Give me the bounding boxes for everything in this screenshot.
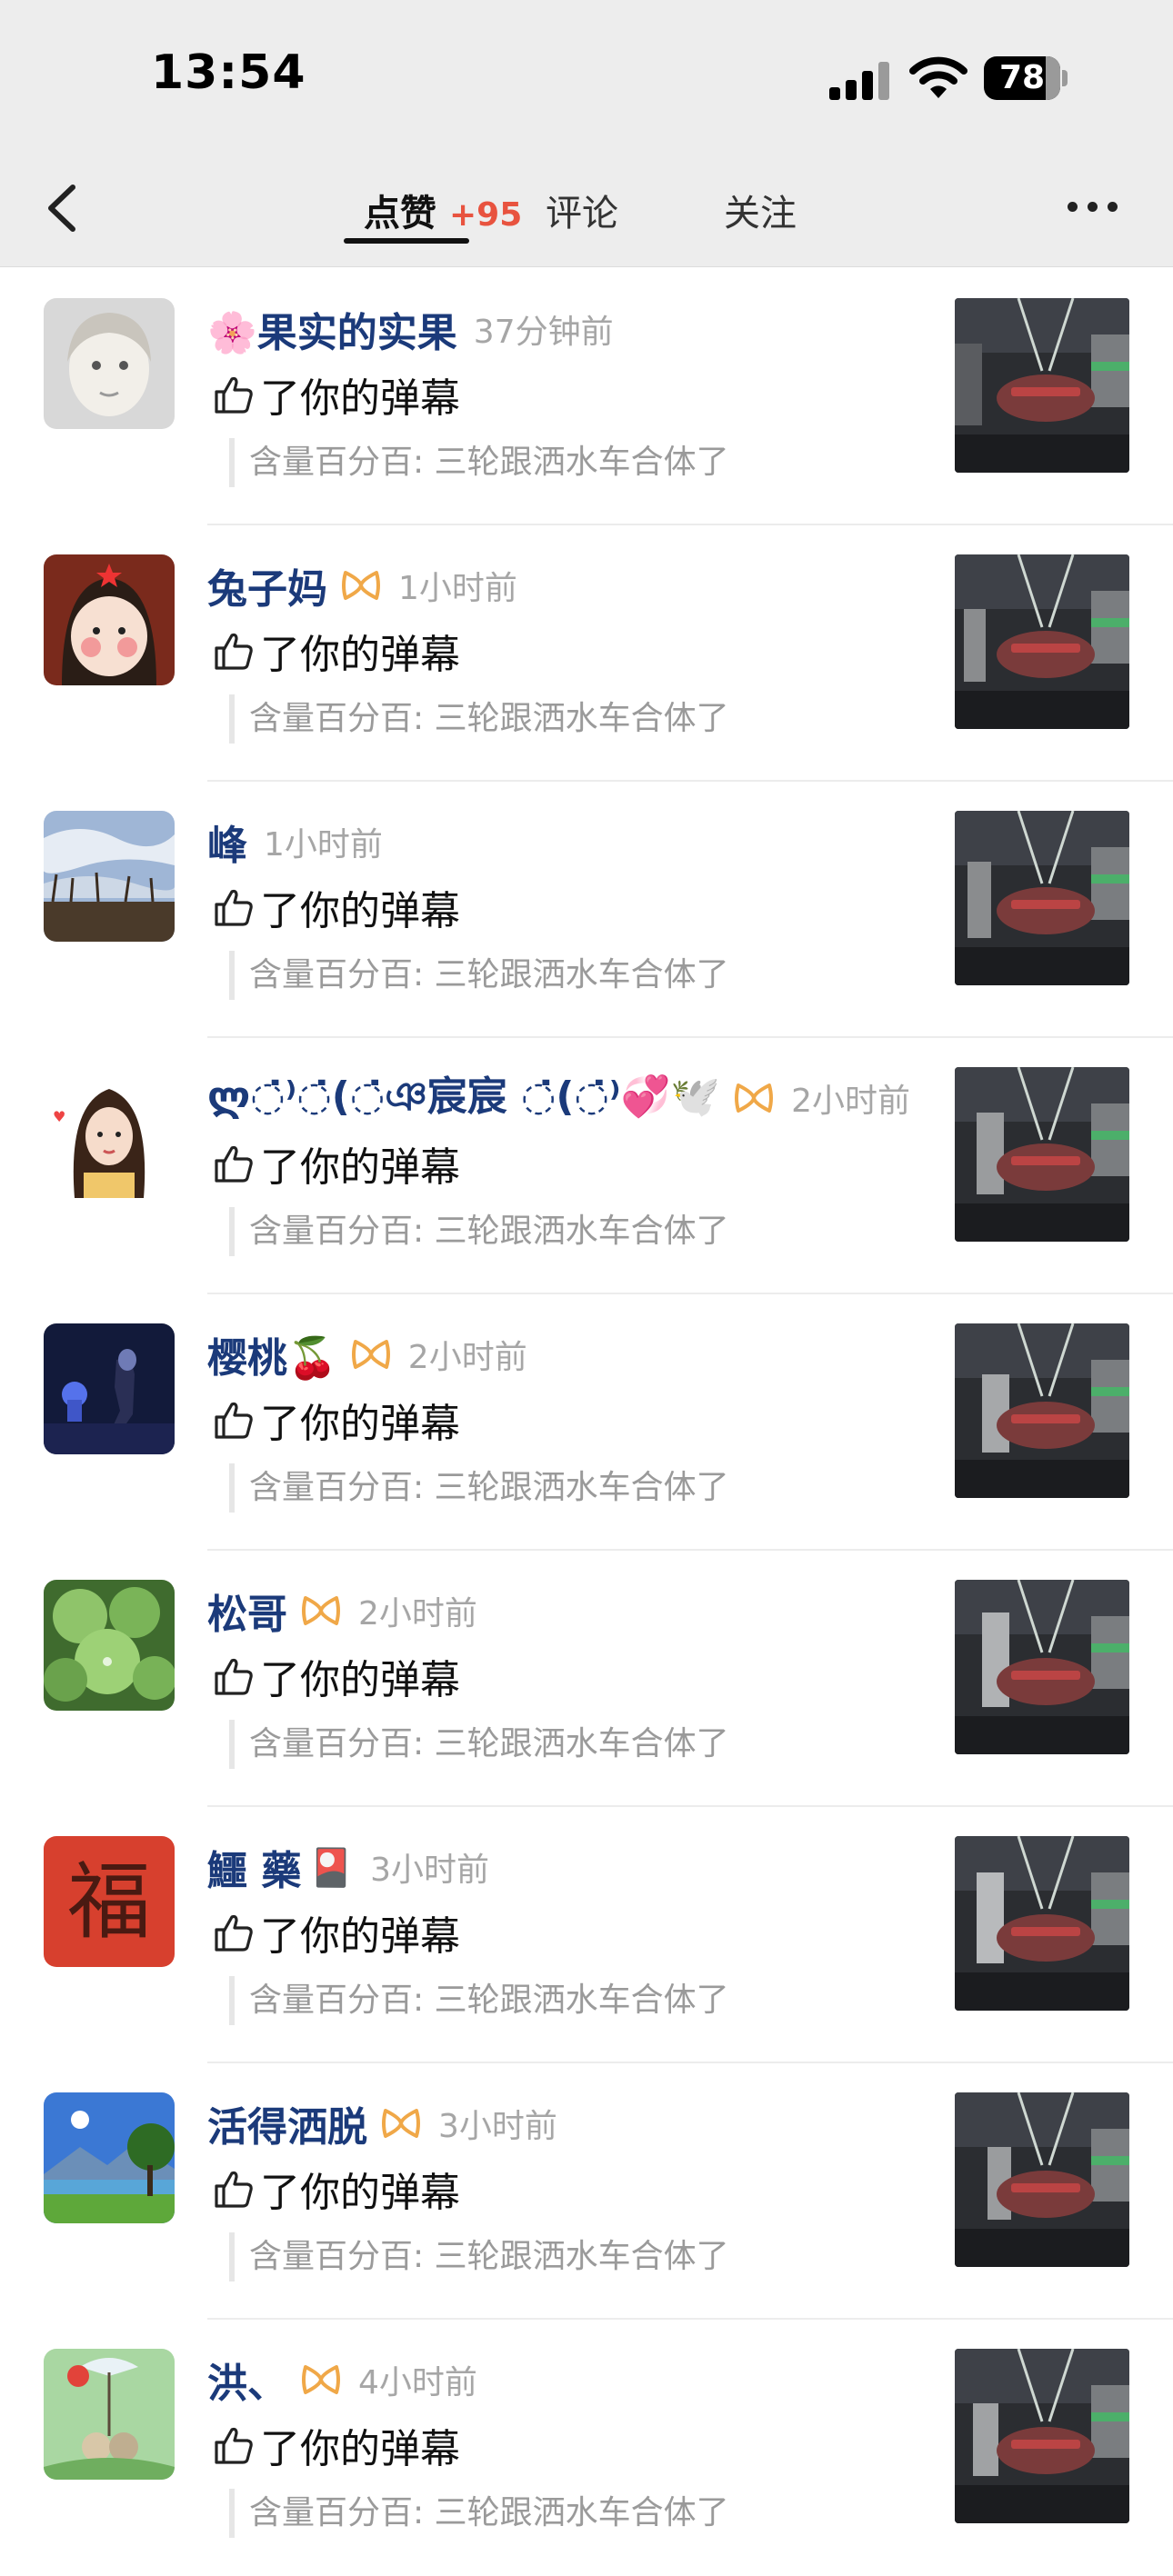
- list-item[interactable]: 🌸果实的实果 37分钟前 了你的弹幕 含量百分百: 三轮跟洒水车合体了: [0, 269, 1173, 525]
- like-text: 了你的弹幕: [260, 2170, 460, 2216]
- video-thumbnail[interactable]: [955, 1836, 1129, 2011]
- user-name[interactable]: 峰: [207, 813, 247, 871]
- avatar[interactable]: [44, 554, 175, 685]
- video-thumbnail[interactable]: [955, 298, 1129, 473]
- battery-icon: 78: [984, 56, 1068, 100]
- video-thumbnail[interactable]: [955, 554, 1129, 729]
- cellular-signal-icon: [829, 62, 893, 102]
- thumbs-up-icon: [215, 633, 253, 670]
- avatar[interactable]: [44, 811, 175, 942]
- thumbs-up-icon: [215, 1402, 253, 1439]
- list-item[interactable]: 活得洒脱 3小时前 了你的弹幕 含量百分百: 三轮跟洒水车合体了: [0, 2063, 1173, 2320]
- header-bar: 点赞 +95 评论 关注: [0, 153, 1173, 267]
- timestamp: 37分钟前: [473, 314, 614, 351]
- user-name[interactable]: 樱桃🍒: [207, 1325, 337, 1383]
- back-button[interactable]: [36, 176, 91, 240]
- timestamp: 1小时前: [398, 570, 517, 607]
- video-thumbnail[interactable]: [955, 1580, 1129, 1754]
- wifi-icon: [909, 56, 967, 98]
- avatar[interactable]: [44, 1580, 175, 1711]
- list-item[interactable]: 兔子妈 1小时前 了你的弹幕 含量百分百: 三轮跟洒水车合体了: [0, 525, 1173, 782]
- quoted-danmaku[interactable]: 含量百分百: 三轮跟洒水车合体了: [229, 2489, 729, 2538]
- quoted-danmaku[interactable]: 含量百分百: 三轮跟洒水车合体了: [229, 1463, 729, 1513]
- svg-text:福: 福: [67, 1853, 151, 1951]
- battery-level: 78: [998, 59, 1046, 96]
- thumbs-up-icon: [215, 1145, 253, 1183]
- like-text: 了你的弹幕: [260, 1401, 460, 1447]
- thumbs-up-icon: [215, 2171, 253, 2208]
- timestamp: 3小时前: [438, 2108, 557, 2145]
- avatar[interactable]: [44, 2092, 175, 2223]
- timestamp: 2小时前: [407, 1339, 527, 1376]
- vip-badge-icon: [382, 2109, 420, 2138]
- quoted-danmaku[interactable]: 含量百分百: 三轮跟洒水车合体了: [229, 1720, 729, 1769]
- vip-badge-icon: [735, 1083, 774, 1113]
- tab-likes[interactable]: 点赞 +95: [364, 184, 522, 236]
- like-text: 了你的弹幕: [260, 1144, 460, 1191]
- quoted-danmaku[interactable]: 含量百分百: 三轮跟洒水车合体了: [229, 2232, 729, 2281]
- like-text: 了你的弹幕: [260, 888, 460, 934]
- user-name[interactable]: ლ◌̇⁾◌̇(◌̇ঞ宸宸 ◌̇(◌̇⁾💞🕊️: [207, 1063, 720, 1133]
- video-thumbnail[interactable]: [955, 1067, 1129, 1242]
- tab-follow[interactable]: 关注: [724, 184, 797, 236]
- tab-likes-count: +95: [449, 196, 523, 234]
- video-thumbnail[interactable]: [955, 2092, 1129, 2267]
- quoted-danmaku[interactable]: 含量百分百: 三轮跟洒水车合体了: [229, 438, 729, 487]
- list-item[interactable]: 松哥 2小时前 了你的弹幕 含量百分百: 三轮跟洒水车合体了: [0, 1551, 1173, 1807]
- user-name[interactable]: 🌸果实的实果: [207, 300, 457, 358]
- timestamp: 3小时前: [370, 1852, 490, 1889]
- thumbs-up-icon: [215, 1914, 253, 1952]
- quoted-danmaku[interactable]: 含量百分百: 三轮跟洒水车合体了: [229, 951, 729, 1000]
- list-item[interactable]: ♥ ლ◌̇⁾◌̇(◌̇ঞ宸宸 ◌̇(◌̇⁾💞🕊️ 2小时前 了你的弹幕 含量百分…: [0, 1038, 1173, 1294]
- tab-comments[interactable]: 评论: [546, 184, 618, 236]
- avatar[interactable]: [44, 298, 175, 429]
- vip-badge-icon: [302, 2365, 340, 2394]
- list-item[interactable]: 峰 1小时前 了你的弹幕 含量百分百: 三轮跟洒水车合体了: [0, 782, 1173, 1038]
- like-text: 了你的弹幕: [260, 632, 460, 678]
- list-item[interactable]: 樱桃🍒 2小时前 了你的弹幕 含量百分百: 三轮跟洒水车合体了: [0, 1294, 1173, 1551]
- tab-likes-label: 点赞: [364, 193, 436, 235]
- timestamp: 2小时前: [791, 1083, 911, 1120]
- list-item[interactable]: 洪、 4小时前 了你的弹幕 含量百分百: 三轮跟洒水车合体了: [0, 2320, 1173, 2576]
- like-text: 了你的弹幕: [260, 1657, 460, 1703]
- svg-text:♥: ♥: [53, 1108, 65, 1125]
- vip-badge-icon: [302, 1596, 340, 1625]
- like-text: 了你的弹幕: [260, 2426, 460, 2472]
- more-options-button[interactable]: [1064, 198, 1122, 216]
- avatar[interactable]: 福: [44, 1836, 175, 1967]
- list-item[interactable]: 福 鱷 藥 🎴 3小时前 了你的弹幕 含量百分百: 三轮跟洒水车合体了: [0, 1807, 1173, 2063]
- thumbs-up-icon: [215, 889, 253, 926]
- user-name[interactable]: 活得洒脱: [207, 2094, 367, 2152]
- vip-badge-icon: [351, 1340, 390, 1369]
- avatar[interactable]: [44, 1323, 175, 1454]
- avatar[interactable]: ♥: [44, 1067, 175, 1198]
- timestamp: 2小时前: [358, 1595, 477, 1632]
- timestamp: 1小时前: [264, 826, 383, 864]
- user-name[interactable]: 洪、: [207, 2351, 287, 2409]
- card-badge-icon: 🎴: [308, 1846, 355, 1889]
- active-tab-indicator: [344, 238, 469, 244]
- user-name[interactable]: 松哥: [207, 1582, 287, 1640]
- quoted-danmaku[interactable]: 含量百分百: 三轮跟洒水车合体了: [229, 1207, 729, 1256]
- video-thumbnail[interactable]: [955, 811, 1129, 985]
- status-bar: 13:54 78: [0, 0, 1173, 153]
- thumbs-up-icon: [215, 2427, 253, 2464]
- user-name[interactable]: 鱷 藥: [207, 1838, 301, 1896]
- like-notification-list: 🌸果实的实果 37分钟前 了你的弹幕 含量百分百: 三轮跟洒水车合体了 兔子妈 …: [0, 269, 1173, 2576]
- like-text: 了你的弹幕: [260, 375, 460, 422]
- like-text: 了你的弹幕: [260, 1913, 460, 1960]
- quoted-danmaku[interactable]: 含量百分百: 三轮跟洒水车合体了: [229, 694, 729, 744]
- status-time: 13:54: [151, 45, 306, 100]
- user-name[interactable]: 兔子妈: [207, 556, 327, 614]
- timestamp: 4小时前: [358, 2364, 477, 2401]
- quoted-danmaku[interactable]: 含量百分百: 三轮跟洒水车合体了: [229, 1976, 729, 2025]
- thumbs-up-icon: [215, 1658, 253, 1695]
- video-thumbnail[interactable]: [955, 1323, 1129, 1498]
- video-thumbnail[interactable]: [955, 2349, 1129, 2523]
- avatar[interactable]: [44, 2349, 175, 2480]
- thumbs-up-icon: [215, 376, 253, 414]
- vip-badge-icon: [342, 571, 380, 600]
